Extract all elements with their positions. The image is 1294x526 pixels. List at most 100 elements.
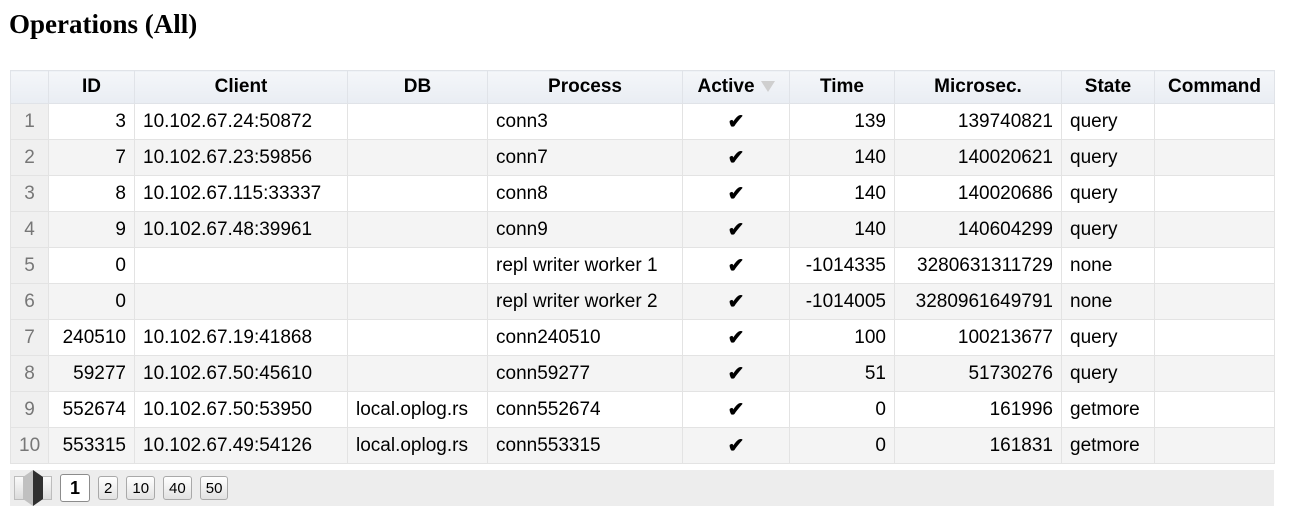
cell-id: 0 [48,247,135,284]
row-number: 8 [10,355,49,392]
cell-id: 0 [48,283,135,320]
operations-table: ID Client DB Process Active Time Microse… [10,70,1275,464]
cell-state: getmore [1061,391,1155,428]
cell-id: 240510 [48,319,135,356]
page-size-button-50[interactable]: 50 [199,476,229,500]
cell-state: query [1061,319,1155,356]
cell-active-checkmark-icon: ✔ [682,355,790,392]
column-header-microsec[interactable]: Microsec. [894,70,1062,104]
prev-page-icon[interactable] [15,470,33,506]
cell-id: 7 [48,139,135,176]
column-header-id[interactable]: ID [48,70,135,104]
cell-active-checkmark-icon: ✔ [682,319,790,356]
cell-state: getmore [1061,427,1155,464]
cell-microsec: 139740821 [894,103,1062,140]
row-number: 5 [10,247,49,284]
cell-microsec: 3280961649791 [894,283,1062,320]
cell-process: repl writer worker 1 [487,247,683,284]
cell-client: 10.102.67.50:53950 [134,391,348,428]
sort-desc-icon[interactable] [760,81,775,93]
cell-client: 10.102.67.24:50872 [134,103,348,140]
cell-microsec: 3280631311729 [894,247,1062,284]
cell-command [1154,391,1275,428]
cell-process: conn552674 [487,391,683,428]
cell-db [347,211,488,248]
column-header-time[interactable]: Time [789,70,895,104]
table-row[interactable]: 5 0 repl writer worker 1 ✔ -1014335 3280… [10,247,1275,284]
row-number: 6 [10,283,49,320]
operations-table-container: ID Client DB Process Active Time Microse… [10,70,1275,464]
cell-microsec: 100213677 [894,319,1062,356]
cell-id: 552674 [48,391,135,428]
cell-time: 139 [789,103,895,140]
table-row[interactable]: 9 552674 10.102.67.50:53950 local.oplog.… [10,391,1275,428]
cell-client: 10.102.67.49:54126 [134,427,348,464]
table-row[interactable]: 1 3 10.102.67.24:50872 conn3 ✔ 139 13974… [10,103,1275,140]
table-row[interactable]: 2 7 10.102.67.23:59856 conn7 ✔ 140 14002… [10,139,1275,176]
cell-time: -1014335 [789,247,895,284]
cell-time: 140 [789,139,895,176]
cell-state: query [1061,355,1155,392]
pagination-bar: 1 2 10 40 50 [10,470,1274,506]
row-number: 7 [10,319,49,356]
next-page-icon[interactable] [33,470,51,506]
page-size-button-40[interactable]: 40 [163,476,192,500]
cell-microsec: 161996 [894,391,1062,428]
cell-command [1154,319,1275,356]
column-header-active-label: Active [697,76,755,97]
cell-state: query [1061,211,1155,248]
cell-active-checkmark-icon: ✔ [682,247,790,284]
table-header-row: ID Client DB Process Active Time Microse… [10,70,1275,104]
cell-active-checkmark-icon: ✔ [682,211,790,248]
cell-process: conn8 [487,175,683,212]
table-row[interactable]: 3 8 10.102.67.115:33337 conn8 ✔ 140 1400… [10,175,1275,212]
page-nav-arrows [14,470,52,506]
cell-db [347,139,488,176]
cell-active-checkmark-icon: ✔ [682,175,790,212]
cell-client: 10.102.67.115:33337 [134,175,348,212]
table-row[interactable]: 6 0 repl writer worker 2 ✔ -1014005 3280… [10,283,1275,320]
cell-process: conn9 [487,211,683,248]
page-size-button-10[interactable]: 10 [126,476,156,500]
page-size-button-2[interactable]: 2 [98,476,119,500]
cell-id: 9 [48,211,135,248]
cell-time: 140 [789,211,895,248]
column-header-process[interactable]: Process [487,70,683,104]
cell-state: query [1061,103,1155,140]
cell-time: 0 [789,427,895,464]
table-row[interactable]: 10 553315 10.102.67.49:54126 local.oplog… [10,427,1275,464]
cell-active-checkmark-icon: ✔ [682,103,790,140]
table-row[interactable]: 7 240510 10.102.67.19:41868 conn240510 ✔… [10,319,1275,356]
cell-time: 100 [789,319,895,356]
cell-id: 59277 [48,355,135,392]
column-header-state[interactable]: State [1061,70,1155,104]
cell-process: conn7 [487,139,683,176]
cell-state: query [1061,139,1155,176]
cell-db: local.oplog.rs [347,391,488,428]
cell-command [1154,283,1275,320]
cell-microsec: 161831 [894,427,1062,464]
cell-microsec: 140604299 [894,211,1062,248]
column-header-command[interactable]: Command [1154,70,1275,104]
cell-time: 0 [789,391,895,428]
cell-db [347,103,488,140]
cell-id: 553315 [48,427,135,464]
cell-active-checkmark-icon: ✔ [682,283,790,320]
cell-client: 10.102.67.48:39961 [134,211,348,248]
page-size-button-1[interactable]: 1 [60,474,91,502]
page-title: Operations (All) [9,9,198,39]
column-header-db[interactable]: DB [347,70,488,104]
column-header-active[interactable]: Active [682,70,790,104]
column-header-client[interactable]: Client [134,70,348,104]
cell-time: 51 [789,355,895,392]
table-row[interactable]: 4 9 10.102.67.48:39961 conn9 ✔ 140 14060… [10,211,1275,248]
row-number: 1 [10,103,49,140]
table-row[interactable]: 8 59277 10.102.67.50:45610 conn59277 ✔ 5… [10,355,1275,392]
cell-db [347,319,488,356]
cell-active-checkmark-icon: ✔ [682,427,790,464]
cell-db [347,283,488,320]
cell-id: 3 [48,103,135,140]
cell-command [1154,355,1275,392]
cell-active-checkmark-icon: ✔ [682,391,790,428]
row-number: 4 [10,211,49,248]
